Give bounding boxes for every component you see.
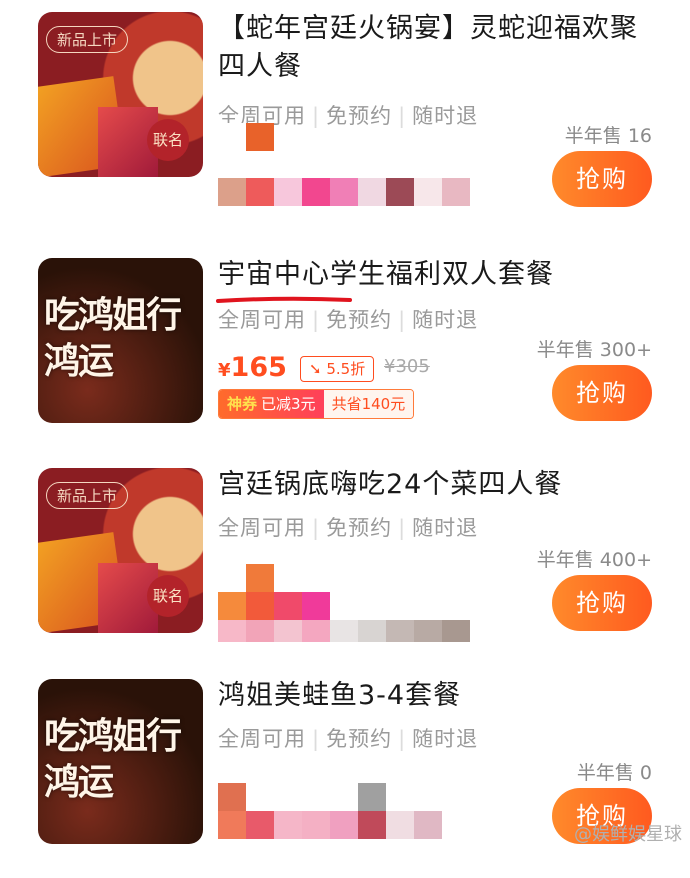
- pixelated-area: [218, 564, 274, 592]
- pixelated-area: [218, 178, 470, 206]
- coupon-label: 神券: [227, 395, 258, 413]
- product-tags: 全周可用 | 免预约 | 随时退: [218, 727, 479, 751]
- buy-button[interactable]: 抢购: [552, 575, 652, 631]
- pixelated-area: [218, 123, 274, 151]
- product-thumbnail[interactable]: 新品上市 联名: [38, 12, 203, 177]
- product-thumbnail[interactable]: 新品上市 联名: [38, 468, 203, 633]
- product-title[interactable]: 宫廷锅底嗨吃24个菜四人餐: [218, 466, 658, 504]
- tag-label: 随时退: [412, 516, 479, 540]
- discount-badge: ➘ 5.5折: [300, 356, 375, 382]
- thumbnail-seal: 联名: [147, 119, 189, 161]
- product-title[interactable]: 宇宙中心学生福利双人套餐: [218, 256, 658, 294]
- buy-button[interactable]: 抢购: [552, 151, 652, 207]
- tag-label: 随时退: [412, 104, 479, 128]
- product-thumbnail[interactable]: 吃鸿姐行鸿运: [38, 679, 203, 844]
- tag-label: 免预约: [326, 308, 393, 332]
- tag-label: 全周可用: [218, 308, 306, 332]
- pixelated-area: [218, 811, 442, 839]
- tag-label: 随时退: [412, 727, 479, 751]
- tag-label: 免预约: [326, 727, 393, 751]
- pixelated-area: [218, 783, 386, 811]
- thumbnail-tag: 新品上市: [46, 482, 129, 509]
- thumbnail-seal: 联名: [147, 575, 189, 617]
- coupon-badge[interactable]: 神券 已减3元 共省140元: [218, 389, 415, 419]
- highlight-underline: [216, 296, 352, 303]
- buy-button[interactable]: 抢购: [552, 365, 652, 421]
- sales-count: 半年售 16: [564, 125, 652, 147]
- sales-count: 半年售 0: [576, 762, 652, 784]
- product-tags: 全周可用 | 免预约 | 随时退: [218, 516, 479, 540]
- product-card[interactable]: 新品上市 联名 宫廷锅底嗨吃24个菜四人餐 全周可用 | 免预约 | 随时退 半年售 4…: [0, 456, 690, 667]
- sales-count: 半年售 300+: [536, 339, 652, 361]
- tag-label: 全周可用: [218, 727, 306, 751]
- sales-count: 半年售 400+: [536, 549, 652, 571]
- tag-label: 随时退: [412, 308, 479, 332]
- product-thumbnail[interactable]: 吃鸿姐行鸿运: [38, 258, 203, 423]
- watermark: @娱鲜娱星球: [574, 824, 682, 845]
- thumbnail-tag: 新品上市: [46, 26, 129, 53]
- current-price: ¥165: [218, 352, 287, 383]
- original-price: ¥305: [384, 356, 430, 377]
- product-card[interactable]: 吃鸿姐行鸿运 鸿姐美蛙鱼3-4套餐 全周可用 | 免预约 | 随时退 半年售 0 抢购: [0, 667, 690, 878]
- product-card[interactable]: 吃鸿姐行鸿运 宇宙中心学生福利双人套餐 全周可用 | 免预约 | 随时退 ¥165 ➘ …: [0, 246, 690, 457]
- thumbnail-text: 吃鸿姐行鸿运: [44, 715, 182, 803]
- tag-label: 免预约: [326, 104, 393, 128]
- coupon-saved: 共省140元: [323, 390, 414, 418]
- down-arrow-icon: ➘: [309, 360, 322, 378]
- product-card[interactable]: 新品上市 联名 【蛇年宫廷火锅宴】灵蛇迎福欢聚四人餐 全周可用 | 免预约 | 随时退 …: [0, 0, 690, 211]
- tag-label: 全周可用: [218, 516, 306, 540]
- product-tags: 全周可用 | 免预约 | 随时退: [218, 308, 479, 332]
- thumbnail-text: 吃鸿姐行鸿运: [44, 294, 182, 382]
- pixelated-area: [218, 620, 470, 642]
- product-title[interactable]: 【蛇年宫廷火锅宴】灵蛇迎福欢聚四人餐: [218, 10, 658, 86]
- tag-label: 免预约: [326, 516, 393, 540]
- pixelated-area: [218, 592, 470, 620]
- product-title[interactable]: 鸿姐美蛙鱼3-4套餐: [218, 677, 658, 715]
